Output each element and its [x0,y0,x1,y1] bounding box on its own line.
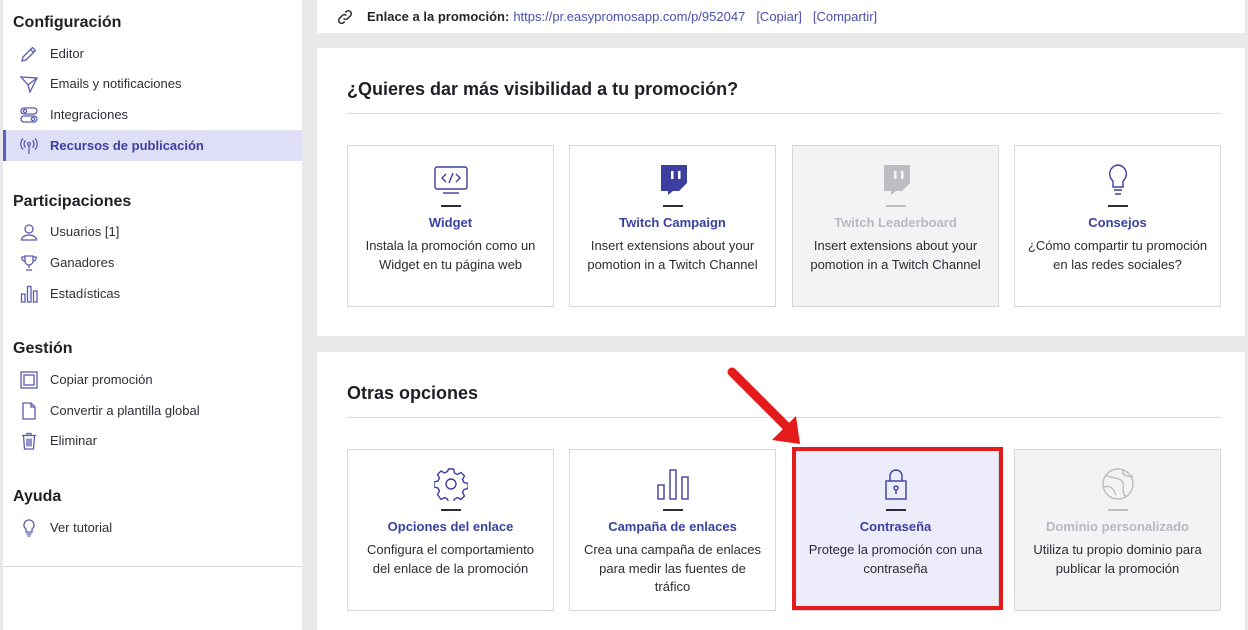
card-divider [441,205,461,207]
section-title-configuracion: Configuración [13,14,122,31]
sidebar-item-ganadores[interactable]: Ganadores [3,247,302,278]
card-description: Configura el comportamiento del enlace d… [367,542,534,576]
card-title: Twitch Leaderboard [834,215,957,230]
gear-icon [348,466,553,502]
sidebar-item-label: Ganadores [50,255,115,270]
globe-icon [1015,466,1220,502]
sidebar-item-estadisticas[interactable]: Estadísticas [3,278,302,309]
card-title: Twitch Campaign [619,215,726,230]
card-opciones-enlace[interactable]: Opciones del enlace Configura el comport… [347,449,554,611]
bar-chart-icon [18,283,40,305]
card-divider [441,509,461,511]
sidebar-item-integraciones[interactable]: Integraciones [3,99,302,130]
card-divider [1108,509,1128,511]
sidebar-item-label: Ver tutorial [50,520,113,535]
card-divider [886,509,906,511]
sidebar-item-label: Convertir a plantilla global [50,403,200,418]
card-description: Crea una campaña de enlaces para medir l… [583,542,762,594]
section-title-gestion: Gestión [13,340,73,357]
document-icon [18,400,40,422]
sidebar-item-label: Editor [50,46,84,61]
other-options-title: Otras opciones [347,383,479,403]
card-dominio-personalizado: Dominio personalizado Utiliza tu propio … [1014,449,1221,611]
card-campana-enlaces[interactable]: Campaña de enlaces Crea una campaña de e… [569,449,776,611]
card-twitch-campaign[interactable]: Twitch Campaign Insert extensions about … [569,145,776,307]
pencil-icon [18,43,40,65]
visibility-panel: ¿Quieres dar más visibilidad a tu promoc… [317,48,1245,336]
promotion-link-bar: Enlace a la promoción: https://pr.easypr… [317,0,1245,33]
sidebar-item-ver-tutorial[interactable]: Ver tutorial [3,512,302,543]
code-window-icon [348,162,553,198]
sidebar-item-label: Eliminar [50,433,97,448]
sidebar-item-recursos-publicacion[interactable]: Recursos de publicación [3,130,302,161]
send-icon [18,73,40,95]
card-twitch-leaderboard: Twitch Leaderboard Insert extensions abo… [792,145,999,307]
sidebar-item-label: Emails y notificaciones [50,76,182,91]
user-icon [18,221,40,243]
card-title: Dominio personalizado [1045,519,1189,534]
card-contrasena[interactable]: Contraseña Protege la promoción con una … [792,449,999,611]
section-title-ayuda: Ayuda [13,488,62,505]
card-description: Insert extensions about your pomotion in… [587,238,758,272]
sidebar-item-label: Copiar promoción [50,372,153,387]
card-divider [1108,205,1128,207]
share-link-button[interactable]: [Compartir] [813,9,877,24]
section-title-participaciones: Participaciones [13,193,132,210]
visibility-divider [347,113,1221,114]
twitch-icon [570,162,775,198]
sidebar-item-copiar[interactable]: Copiar promoción [3,364,302,395]
lightbulb-icon [18,517,40,539]
card-title: Campaña de enlaces [608,519,737,534]
sidebar-divider [3,566,302,567]
sidebar: Configuración Editor Emails y notificaci… [3,0,302,630]
sidebar-item-label: Usuarios [1] [50,224,120,239]
card-divider [663,205,683,207]
card-widget[interactable]: Widget Instala la promoción como un Widg… [347,145,554,307]
sidebar-item-usuarios[interactable]: Usuarios [1] [3,216,302,247]
card-title: Consejos [1088,215,1147,230]
card-title: Opciones del enlace [387,519,514,534]
sidebar-item-label: Estadísticas [50,286,121,301]
sidebar-item-emails[interactable]: Emails y notificaciones [3,68,302,99]
trash-icon [18,430,40,452]
twitch-icon [793,162,998,198]
sidebar-item-convertir-plantilla[interactable]: Convertir a plantilla global [3,395,302,426]
card-description: Protege la promoción con una contraseña [808,542,983,576]
promotion-link-url[interactable]: https://pr.easypromosapp.com/p/952047 [513,9,745,24]
lightbulb-icon [1015,162,1220,198]
card-divider [663,509,683,511]
card-description: Utiliza tu propio dominio para publicar … [1033,542,1202,576]
visibility-title: ¿Quieres dar más visibilidad a tu promoc… [347,79,739,99]
card-divider [886,205,906,207]
toggles-icon [18,104,40,126]
card-title: Contraseña [859,519,932,534]
bar-chart-icon [570,466,775,502]
promotion-link-label: Enlace a la promoción: [367,9,510,24]
annotation-arrow [727,367,800,444]
sidebar-item-label: Recursos de publicación [50,138,204,153]
link-icon [335,7,355,27]
card-description: Insert extensions about your pomotion in… [810,238,981,272]
sidebar-item-label: Integraciones [50,107,129,122]
sidebar-item-eliminar[interactable]: Eliminar [3,425,302,456]
card-description: ¿Cómo compartir tu promoción en las rede… [1027,238,1208,272]
card-description: Instala la promoción como un Widget en t… [365,238,536,272]
sidebar-item-editor[interactable]: Editor [3,38,302,69]
trophy-icon [18,252,40,274]
copy-icon [18,369,40,391]
copy-link-button[interactable]: [Copiar] [756,9,802,24]
broadcast-icon [18,135,40,157]
card-title: Widget [428,215,473,230]
lock-icon [793,466,998,502]
card-consejos[interactable]: Consejos ¿Cómo compartir tu promoción en… [1014,145,1221,307]
